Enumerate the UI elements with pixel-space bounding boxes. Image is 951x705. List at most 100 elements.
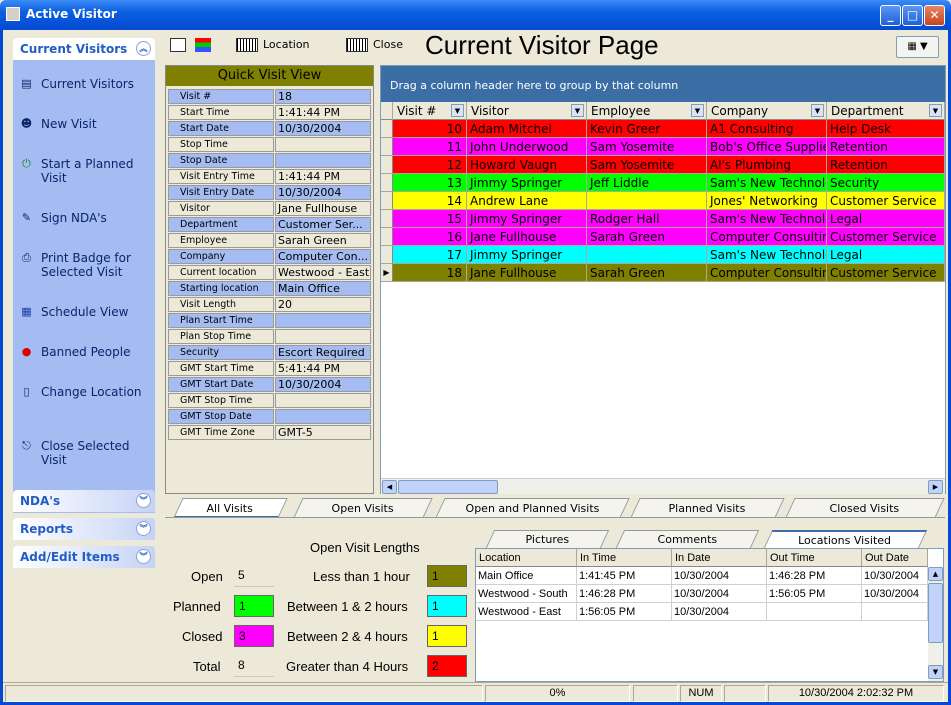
location-cell: 10/30/2004 <box>862 585 928 603</box>
column-header-in-date[interactable]: In Date <box>672 549 767 567</box>
filter-dropdown-icon[interactable]: ▼ <box>811 104 824 117</box>
quick-view-value: 5:41:44 PM <box>275 361 371 376</box>
scroll-up-icon[interactable]: ▲ <box>928 567 943 581</box>
collapse-icon[interactable]: ︽ <box>136 41 151 56</box>
minimize-button[interactable]: _ <box>880 5 901 26</box>
quick-view-key: Visit Length <box>168 297 274 312</box>
column-header-location[interactable]: Location <box>476 549 577 567</box>
cell-company: Al's Plumbing <box>707 156 827 174</box>
column-header-out-date[interactable]: Out Date <box>862 549 928 567</box>
column-header-out-time[interactable]: Out Time <box>767 549 862 567</box>
table-row[interactable]: ▶ 18 Jane Fullhouse Sarah Green Computer Con… <box>381 264 945 282</box>
row-selector[interactable] <box>381 192 393 210</box>
status-panel <box>633 685 678 702</box>
location-cell: Westwood - East <box>476 603 577 621</box>
quick-view-row: Start Date 10/30/2004 <box>168 121 371 137</box>
row-selector[interactable] <box>381 246 393 264</box>
quick-view-key: Department <box>168 217 274 232</box>
location-button[interactable]: Location <box>263 38 310 51</box>
quick-view-key: Visit # <box>168 89 274 104</box>
color-legend-icon[interactable] <box>195 38 211 52</box>
row-selector[interactable] <box>381 210 393 228</box>
tab-comments[interactable]: Comments <box>615 530 760 548</box>
quick-view-value: Main Office <box>275 281 371 296</box>
tab-divider <box>165 517 945 518</box>
title-bar[interactable]: Active Visitor _ □ ✕ <box>0 0 951 30</box>
vertical-scrollbar[interactable]: ▲ ▼ <box>928 567 943 681</box>
tab-open-and-planned-visits[interactable]: Open and Planned Visits <box>435 498 630 518</box>
close-window-button[interactable]: ✕ <box>924 5 945 26</box>
quick-view-value <box>275 137 371 152</box>
quick-view-value: Jane Fullhouse <box>275 201 371 216</box>
table-row[interactable]: 13 Jimmy Springer Jeff Liddle Sam's New Tec… <box>381 174 945 192</box>
tab-open-visits[interactable]: Open Visits <box>293 498 433 518</box>
grid-view-icon[interactable] <box>170 38 186 52</box>
nav-header-label: Current Visitors <box>20 42 128 56</box>
scroll-right-icon[interactable]: ▶ <box>928 480 943 494</box>
tab-locations-visited[interactable]: Locations Visited <box>763 530 928 548</box>
total-count: 8 <box>234 655 274 677</box>
column-header-visitor[interactable]: Visitor ▼ <box>467 102 587 120</box>
filter-dropdown-icon[interactable]: ▼ <box>451 104 464 117</box>
table-row[interactable]: 11 John Underwood Sam Yosemite Bob's Office… <box>381 138 945 156</box>
column-header-employee[interactable]: Employee ▼ <box>587 102 707 120</box>
tab-all-visits[interactable]: All Visits <box>173 498 288 518</box>
quick-view-row: Visit Entry Date 10/30/2004 <box>168 185 371 201</box>
length-count: 1 <box>427 625 467 647</box>
column-header-visit[interactable]: Visit # ▼ <box>393 102 467 120</box>
pen-icon: ✎ <box>21 211 32 224</box>
tab-planned-visits[interactable]: Planned Visits <box>630 498 785 518</box>
nav-header-add-edit[interactable]: Add/Edit Items ︾ <box>13 546 155 568</box>
cell-employee: Sarah Green <box>587 228 707 246</box>
quick-view-row: Employee Sarah Green <box>168 233 371 249</box>
group-by-area[interactable]: Drag a column header here to group by th… <box>381 66 945 102</box>
table-row[interactable]: 15 Jimmy Springer Rodger Hall Sam's New Tec… <box>381 210 945 228</box>
table-row[interactable]: 16 Jane Fullhouse Sarah Green Computer Cons… <box>381 228 945 246</box>
quick-view-row: Stop Time <box>168 137 371 153</box>
table-row[interactable]: 10 Adam Mitchel Kevin Greer A1 Consulting He… <box>381 120 945 138</box>
row-selector[interactable] <box>381 156 393 174</box>
cell-company: Sam's New Technolo <box>707 210 827 228</box>
row-selector[interactable] <box>381 174 393 192</box>
scroll-thumb[interactable] <box>928 583 943 643</box>
maximize-button[interactable]: □ <box>902 5 923 26</box>
expand-icon[interactable]: ︾ <box>136 549 151 564</box>
person-icon: ☻ <box>20 117 33 130</box>
location-cell: 1:41:45 PM <box>577 567 672 585</box>
quick-view-row: Visit #18 <box>168 89 371 105</box>
view-menu-button[interactable]: ▦ ▼ <box>896 36 939 58</box>
cell-department: Customer Service <box>827 264 945 282</box>
cell-department: Legal <box>827 246 945 264</box>
column-header-company[interactable]: Company ▼ <box>707 102 827 120</box>
table-row[interactable]: 14 Andrew Lane Jones' Networking Customer S… <box>381 192 945 210</box>
table-row[interactable]: 12 Howard Vaugn Sam Yosemite Al's Plumbing R… <box>381 156 945 174</box>
nav-header-ndas[interactable]: NDA's ︾ <box>13 490 155 512</box>
nav-header-current-visitors[interactable]: Current Visitors ︽ <box>13 38 155 60</box>
filter-dropdown-icon[interactable]: ▼ <box>691 104 704 117</box>
scroll-thumb[interactable] <box>398 480 498 494</box>
horizontal-scrollbar[interactable]: ◀ ▶ <box>381 478 945 494</box>
filter-dropdown-icon[interactable]: ▼ <box>929 104 942 117</box>
quick-view-value <box>275 153 371 168</box>
close-button[interactable]: Close <box>373 38 403 51</box>
cell-employee: Sam Yosemite <box>587 156 707 174</box>
row-selector[interactable] <box>381 228 393 246</box>
column-header-in-time[interactable]: In Time <box>577 549 672 567</box>
row-selector[interactable] <box>381 120 393 138</box>
expand-icon[interactable]: ︾ <box>136 521 151 536</box>
filter-dropdown-icon[interactable]: ▼ <box>571 104 584 117</box>
row-selector[interactable] <box>381 138 393 156</box>
table-row[interactable]: 17 Jimmy Springer Sam's New Technolo Legal <box>381 246 945 264</box>
location-cell: 1:46:28 PM <box>767 567 862 585</box>
column-header-department[interactable]: Department ▼ <box>827 102 945 120</box>
tab-pictures[interactable]: Pictures <box>485 530 610 548</box>
scroll-down-icon[interactable]: ▼ <box>928 665 943 679</box>
quick-view-key: Current location <box>168 265 274 280</box>
row-selector[interactable]: ▶ <box>381 264 393 282</box>
expand-icon[interactable]: ︾ <box>136 493 151 508</box>
quick-view-value <box>275 313 371 328</box>
tab-closed-visits[interactable]: Closed Visits <box>785 498 945 518</box>
scroll-left-icon[interactable]: ◀ <box>382 480 397 494</box>
nav-header-reports[interactable]: Reports ︾ <box>13 518 155 540</box>
cell-company: Sam's New Technolo <box>707 174 827 192</box>
